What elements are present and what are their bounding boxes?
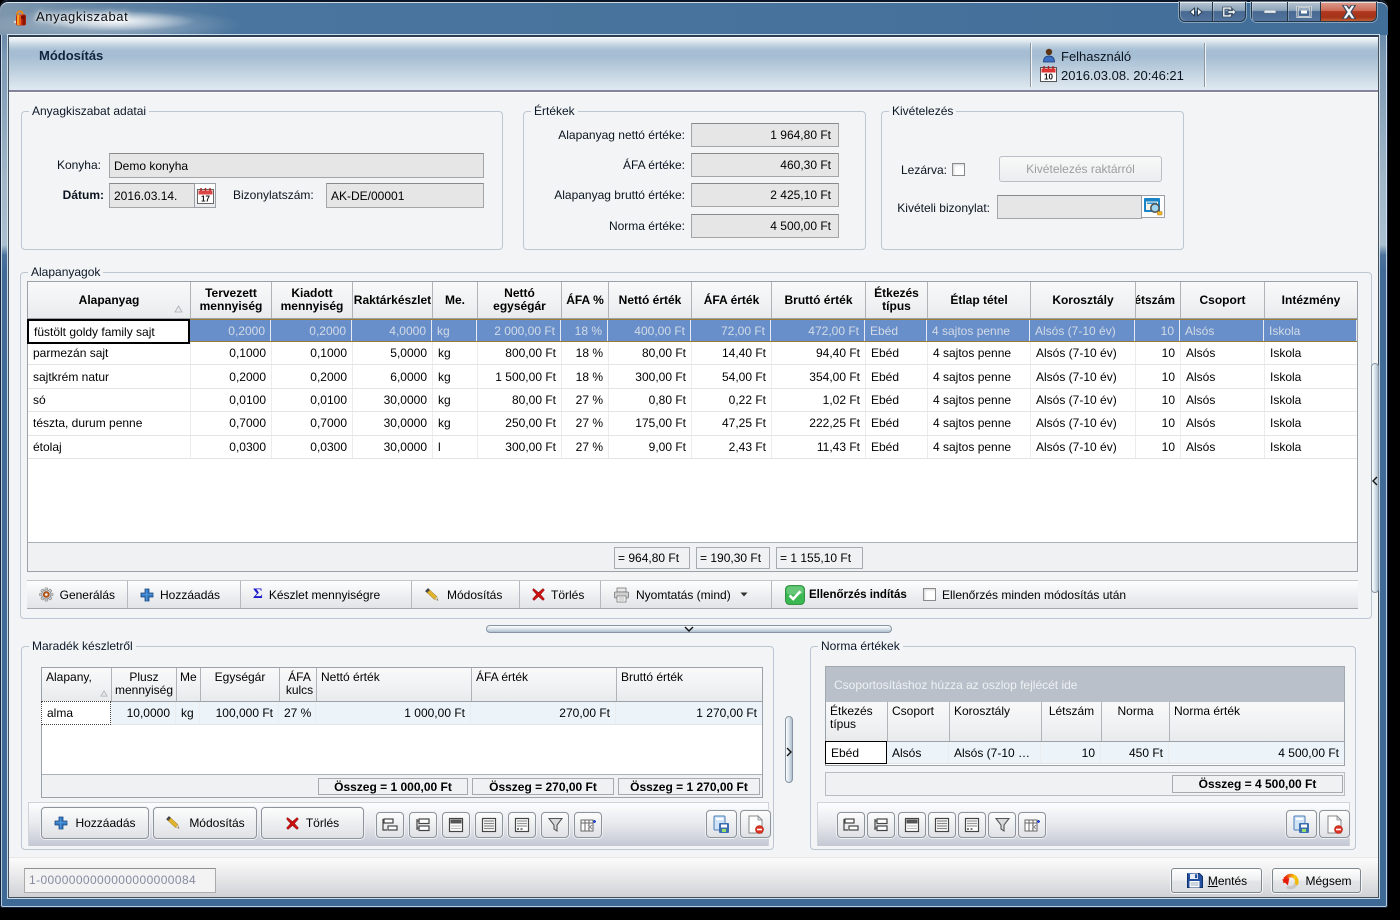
svg-text:17: 17 [201, 195, 210, 204]
svg-text:10: 10 [1044, 73, 1053, 82]
